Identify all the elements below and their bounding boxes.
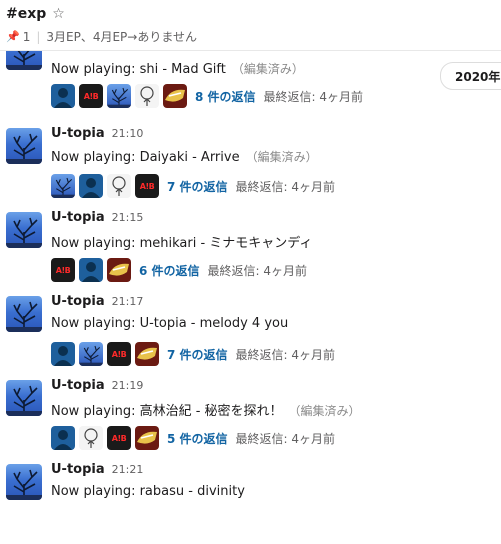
message-row[interactable]: U-topia 21:21 Now playing: rabasu - divini… — [0, 460, 501, 544]
edited-label: （編集済み） — [245, 150, 318, 164]
thread-summary[interactable]: A!B 6 件の返信 最終返信: 4ヶ月前 — [51, 258, 307, 282]
last-reply-time: 最終返信: 4ヶ月前 — [235, 431, 336, 446]
thread-reply-count-link[interactable]: 7 件の返信 — [167, 346, 228, 363]
reply-avatar-red[interactable]: A!B — [107, 426, 131, 450]
author-name[interactable]: U-topia — [51, 462, 105, 477]
reply-avatar-person[interactable] — [79, 174, 103, 198]
reply-avatar-person[interactable] — [51, 426, 75, 450]
reply-avatar-yellow[interactable] — [107, 258, 131, 282]
thread-summary[interactable]: A!B 7 件の返信 最終返信: 4ヶ月前 — [51, 174, 335, 198]
message-body: Now playing: 高林治紀 - 秘密を探れ！ — [51, 404, 283, 419]
reply-avatar-tree[interactable] — [79, 342, 103, 366]
author-name[interactable]: U-topia — [51, 126, 105, 141]
reply-avatar-yellow[interactable] — [135, 342, 159, 366]
message-timestamp[interactable]: 21:15 — [112, 211, 144, 224]
user-avatar[interactable] — [6, 128, 42, 164]
date-divider-pill[interactable]: 2020年 — [440, 62, 501, 90]
last-reply-time: 最終返信: 4ヶ月前 — [263, 89, 364, 104]
thread-reply-count-link[interactable]: 7 件の返信 — [167, 178, 228, 195]
pin-count[interactable]: 1 — [23, 30, 31, 44]
message-body: Now playing: Daiyaki - Arrive — [51, 150, 240, 165]
user-avatar[interactable] — [6, 380, 42, 416]
reply-avatars: A!B — [51, 174, 159, 198]
thread-summary[interactable]: A!B 5 件の返信 最終返信: 4ヶ月前 — [51, 426, 335, 450]
channel-meta: 📌 1 | 3月EP、4月EP→ありません — [6, 28, 197, 45]
reply-avatar-ghost[interactable] — [79, 426, 103, 450]
last-reply-time: 最終返信: 4ヶ月前 — [235, 347, 336, 362]
reply-avatar-yellow[interactable] — [163, 84, 187, 108]
message-header: U-topia 21:19 — [51, 378, 143, 393]
pin-icon[interactable]: 📌 — [6, 30, 20, 43]
reply-avatar-ghost[interactable] — [135, 84, 159, 108]
reply-avatars: A!B — [51, 258, 131, 282]
thread-summary[interactable]: A!B 8 件の返信 最終返信: 4ヶ月前 — [51, 84, 363, 108]
author-name[interactable]: U-topia — [51, 378, 105, 393]
edited-label: （編集済み） — [288, 404, 361, 418]
message-text: Now playing: rabasu - divinity — [51, 484, 245, 499]
reply-avatar-tree[interactable] — [107, 84, 131, 108]
thread-reply-count-link[interactable]: 6 件の返信 — [139, 262, 200, 279]
reply-avatar-yellow[interactable] — [135, 426, 159, 450]
star-icon[interactable]: ☆ — [52, 7, 65, 21]
message-body: Now playing: shi - Mad Gift — [51, 62, 226, 77]
channel-topic[interactable]: 3月EP、4月EP→ありません — [46, 28, 197, 45]
channel-title-row: #exp ☆ — [6, 6, 65, 22]
user-avatar[interactable] — [6, 464, 42, 500]
last-reply-time: 最終返信: 4ヶ月前 — [235, 179, 336, 194]
message-text: Now playing: mehikari - ミナモキャンディ — [51, 232, 312, 251]
message-row[interactable]: U-topia 21:10 Now playing: Daiyaki - Arriv… — [0, 124, 501, 208]
reply-avatar-red[interactable]: A!B — [107, 342, 131, 366]
reply-avatar-tree[interactable] — [51, 174, 75, 198]
thread-reply-count-link[interactable]: 5 件の返信 — [167, 430, 228, 447]
message-timestamp[interactable]: 21:21 — [112, 463, 144, 476]
message-row[interactable]: U-topia 21:15 Now playing: mehikari - ミナモキ… — [0, 208, 501, 292]
message-header: U-topia 21:17 — [51, 294, 143, 309]
message-text: Now playing: U-topia - melody 4 you — [51, 316, 288, 331]
message-header: U-topia 21:10 — [51, 126, 143, 141]
message-row[interactable]: U-topia 21:17 Now playing: U-topia - melod… — [0, 292, 501, 376]
message-body: Now playing: U-topia - melody 4 you — [51, 316, 289, 331]
author-name[interactable]: U-topia — [51, 294, 105, 309]
message-row[interactable]: U-topia 21:19 Now playing: 高林治紀 - 秘密を探れ！ （編… — [0, 376, 501, 460]
edited-label: （編集済み） — [231, 62, 304, 76]
message-timestamp[interactable]: 21:19 — [112, 379, 144, 392]
reply-avatar-red[interactable]: A!B — [51, 258, 75, 282]
reply-avatars: A!B — [51, 342, 159, 366]
message-header: U-topia 21:21 — [51, 462, 143, 477]
divider: | — [36, 29, 41, 44]
reply-avatar-person[interactable] — [51, 84, 75, 108]
user-avatar[interactable] — [6, 296, 42, 332]
message-text: Now playing: shi - Mad Gift （編集済み） — [51, 60, 304, 77]
channel-header: #exp ☆ 📌 1 | 3月EP、4月EP→ありません — [0, 0, 501, 51]
reply-avatar-person[interactable] — [51, 342, 75, 366]
thread-reply-count-link[interactable]: 8 件の返信 — [195, 88, 256, 105]
message-body: Now playing: mehikari - ミナモキャンディ — [51, 236, 313, 251]
message-text: Now playing: 高林治紀 - 秘密を探れ！ （編集済み） — [51, 400, 361, 419]
thread-summary[interactable]: A!B 7 件の返信 最終返信: 4ヶ月前 — [51, 342, 335, 366]
message-text: Now playing: Daiyaki - Arrive （編集済み） — [51, 148, 318, 165]
message-timestamp[interactable]: 21:17 — [112, 295, 144, 308]
user-avatar[interactable] — [6, 212, 42, 248]
reply-avatar-red[interactable]: A!B — [79, 84, 103, 108]
last-reply-time: 最終返信: 4ヶ月前 — [207, 263, 308, 278]
reply-avatar-ghost[interactable] — [107, 174, 131, 198]
reply-avatar-red[interactable]: A!B — [135, 174, 159, 198]
message-row[interactable]: Now playing: shi - Mad Gift （編集済み） A!B 8 件の… — [0, 34, 501, 130]
message-timestamp[interactable]: 21:10 — [112, 127, 144, 140]
reply-avatars: A!B — [51, 426, 159, 450]
channel-name[interactable]: #exp — [6, 6, 46, 22]
reply-avatars: A!B — [51, 84, 187, 108]
author-name[interactable]: U-topia — [51, 210, 105, 225]
reply-avatar-person[interactable] — [79, 258, 103, 282]
message-header: U-topia 21:15 — [51, 210, 143, 225]
message-body: Now playing: rabasu - divinity — [51, 484, 245, 499]
